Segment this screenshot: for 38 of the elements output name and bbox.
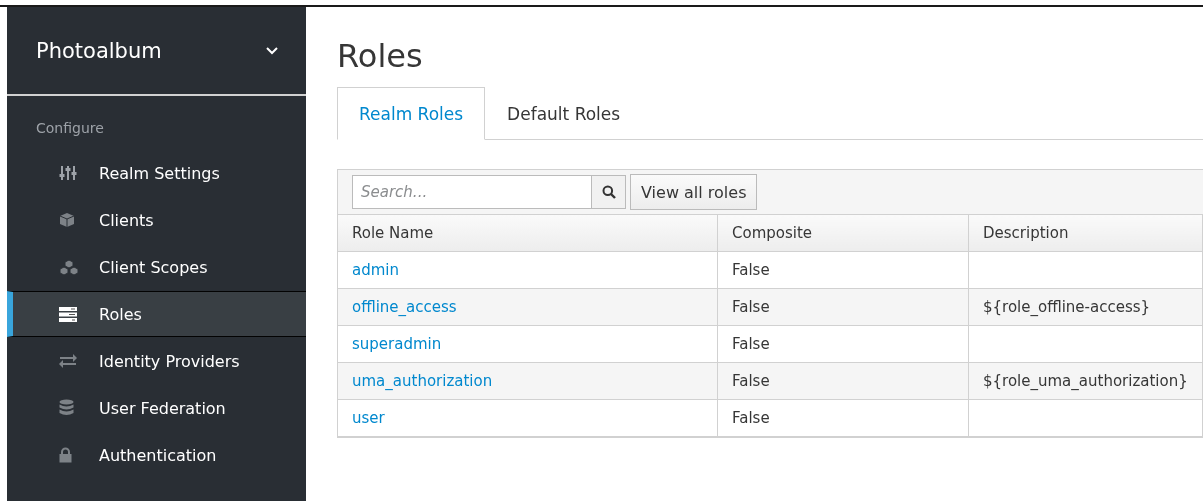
role-link[interactable]: offline_access [352, 298, 457, 316]
column-header: Description [968, 215, 1203, 252]
search-button[interactable] [592, 175, 626, 209]
tab[interactable]: Default Roles [485, 87, 643, 140]
search-icon [601, 185, 616, 199]
table-cell: ${role_uma_authorization} [968, 362, 1203, 400]
sidebar-item[interactable]: Roles [7, 291, 306, 337]
role-link[interactable]: superadmin [352, 335, 442, 353]
table-cell: False [717, 362, 969, 400]
sliders-icon [59, 165, 77, 181]
database-icon [59, 399, 74, 417]
sidebar-item[interactable]: Authentication [7, 432, 306, 478]
lock-icon [59, 447, 72, 463]
list-icon [59, 306, 77, 322]
page-title: Roles [337, 37, 424, 75]
section-heading: Configure [35, 119, 105, 138]
table-cell: False [717, 399, 969, 437]
cube-icon [59, 212, 75, 228]
role-link[interactable]: uma_authorization [352, 372, 493, 390]
sidebar-item[interactable]: User Federation [7, 385, 306, 431]
sidebar-item[interactable]: Identity Providers [7, 338, 306, 384]
tab[interactable]: Realm Roles [337, 87, 486, 140]
table-cell: False [717, 251, 969, 289]
sidebar-item[interactable]: Clients [7, 197, 306, 243]
column-header: Composite [717, 215, 969, 252]
table-cell: False [717, 288, 969, 326]
realm-selector[interactable]: Photoalbum [7, 7, 306, 96]
sidebar-item[interactable]: Client Scopes [7, 244, 306, 290]
search-field[interactable]: Search... [352, 175, 592, 209]
view-all-roles-button[interactable]: View all roles [630, 174, 758, 210]
chevron-down-icon [266, 46, 278, 55]
column-header: Role Name [338, 215, 718, 252]
table-cell: False [717, 325, 969, 363]
role-link[interactable]: user [352, 409, 385, 427]
sidebar-item[interactable]: Realm Settings [7, 150, 306, 196]
table-cell: ${role_offline-access} [968, 288, 1203, 326]
exchange-icon [59, 354, 77, 368]
role-link[interactable]: admin [352, 261, 399, 279]
